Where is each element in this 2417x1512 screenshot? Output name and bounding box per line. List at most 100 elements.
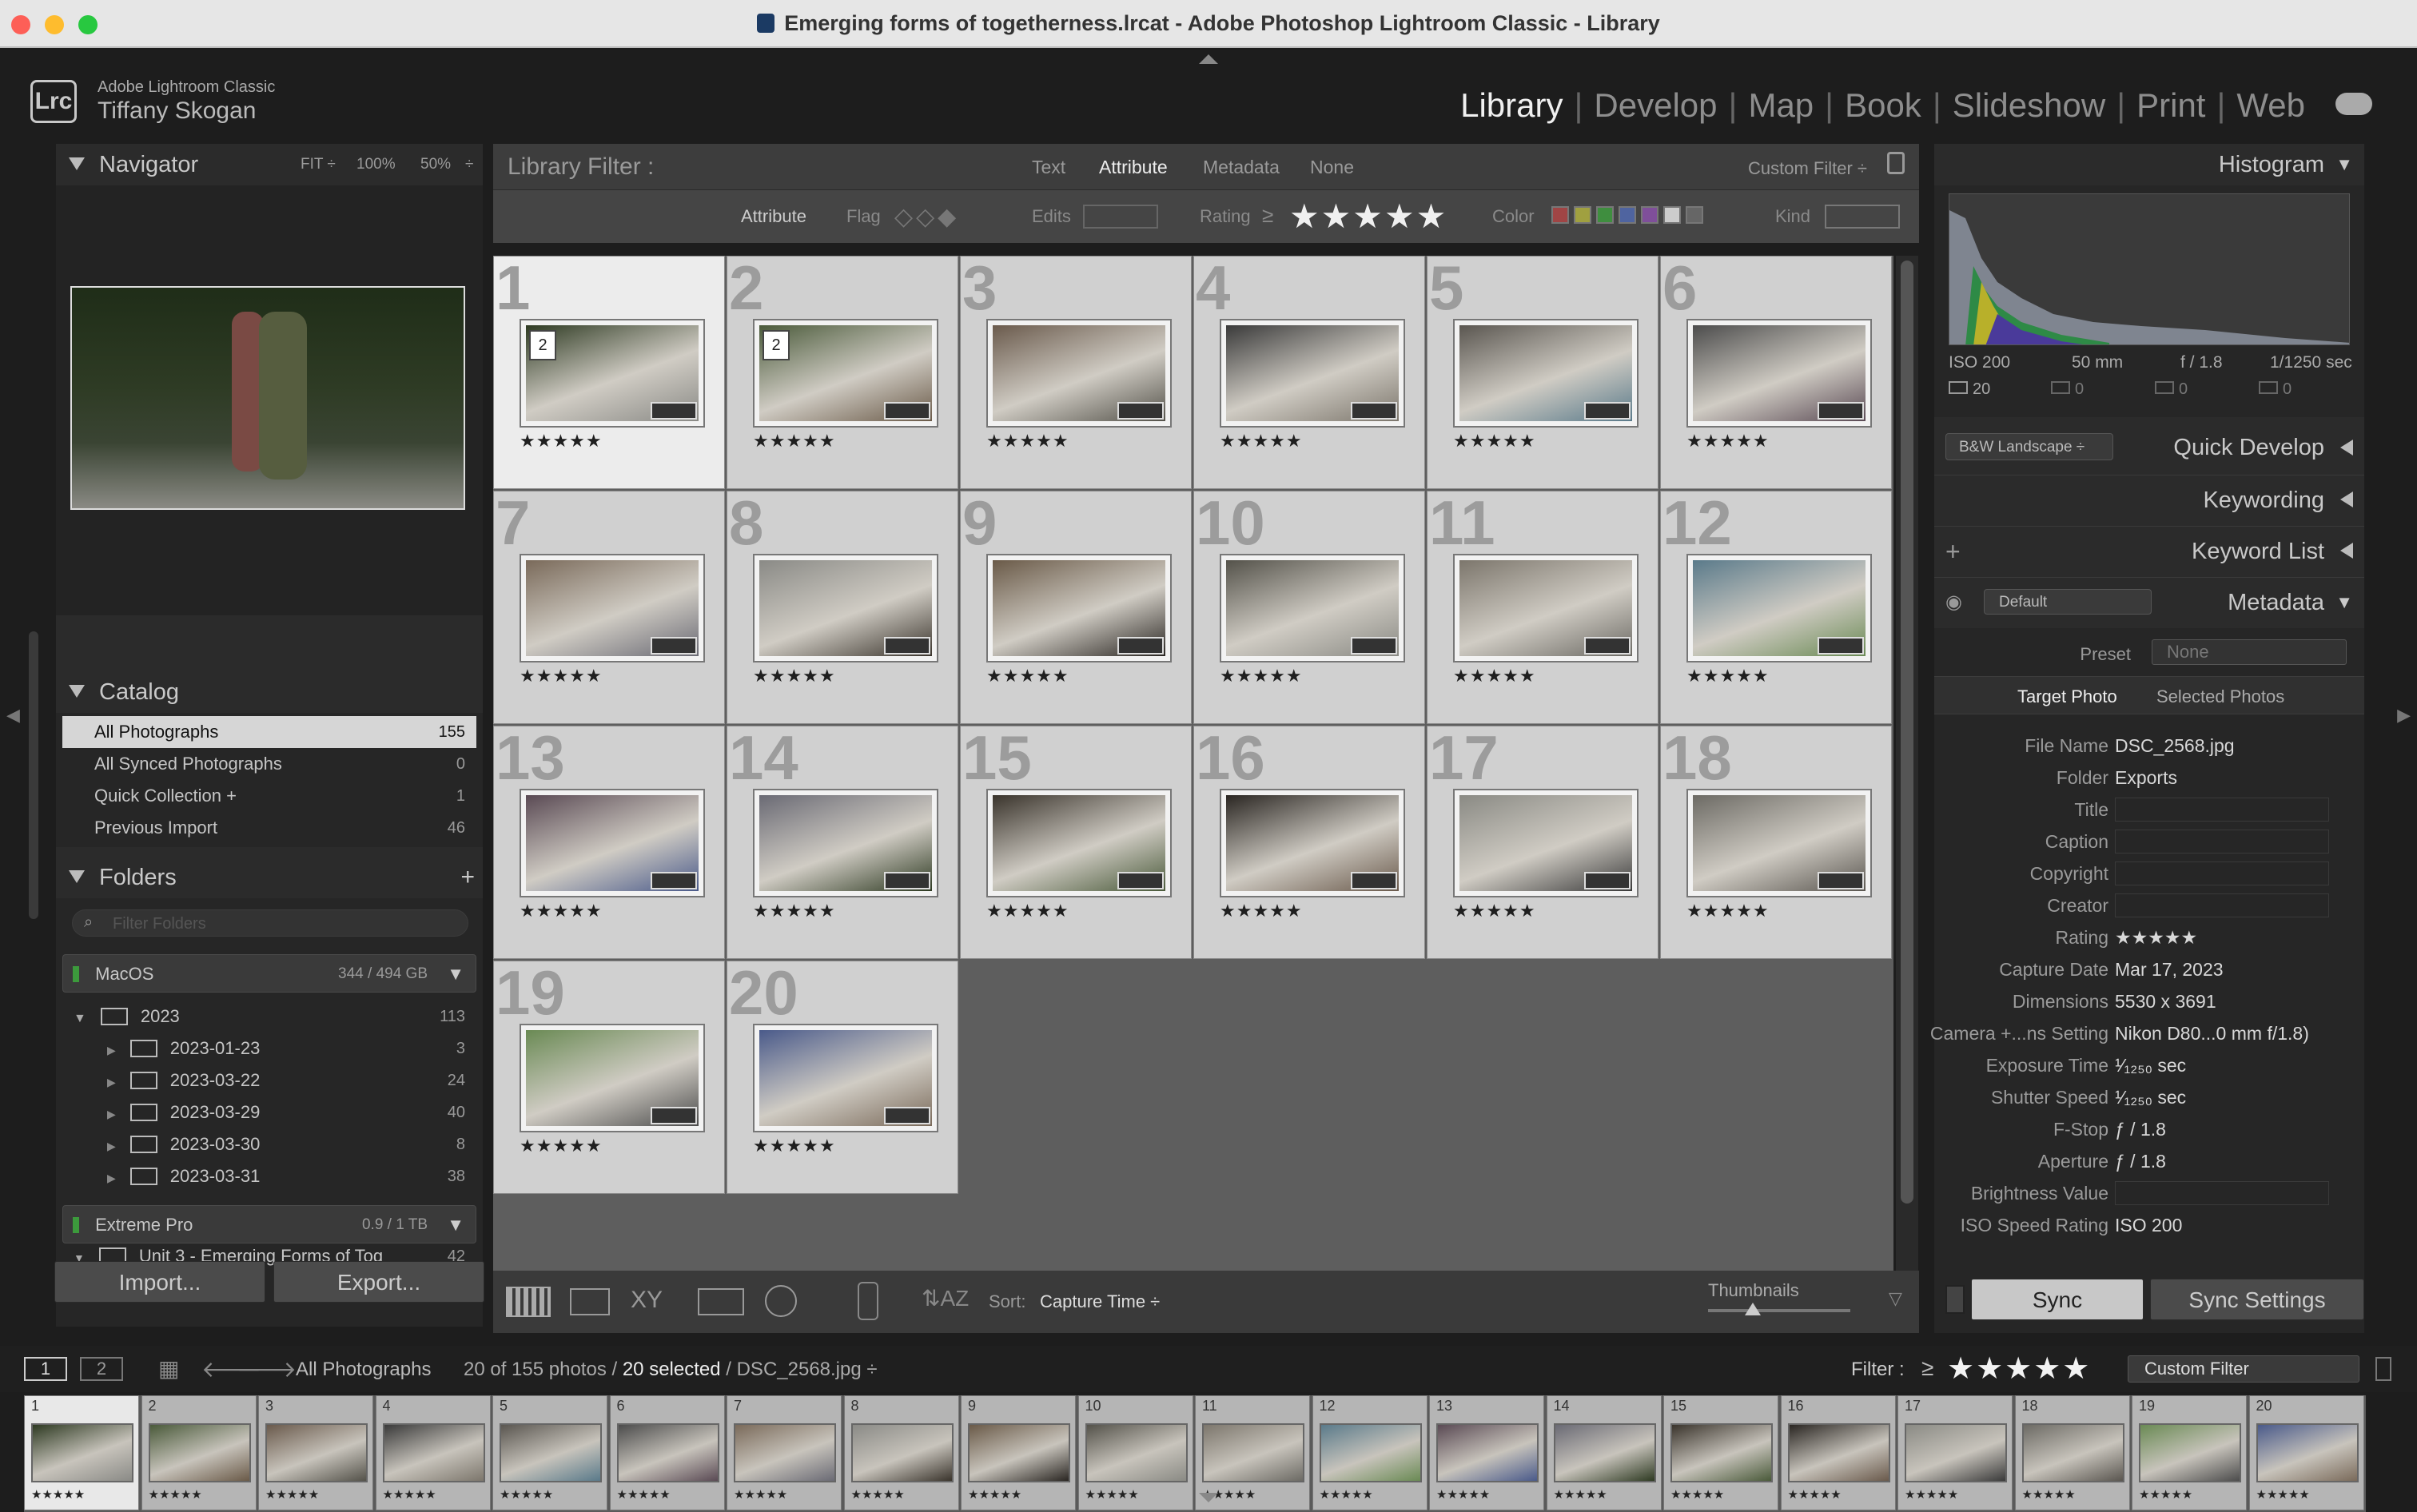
filmstrip-thumbnail[interactable] [968,1423,1070,1482]
photo-rating[interactable]: ★★★★★ [986,901,1069,921]
photo-badges-icon[interactable] [1117,402,1164,420]
metadata-value[interactable]: Nikon D80...0 mm f/1.8) [2115,1018,2309,1048]
module-slideshow[interactable]: Slideshow [1953,86,2105,124]
filmstrip-item[interactable]: 3 ★★★★★ [258,1395,373,1510]
filmstrip-item[interactable]: 4 ★★★★★ [375,1395,491,1510]
survey-view-icon[interactable] [698,1288,744,1315]
metadata-value[interactable]: 5530 x 3691 [2115,986,2216,1017]
filmstrip-thumbnail[interactable] [1670,1423,1773,1482]
photo-rating[interactable]: ★★★★★ [520,666,603,686]
right-panel-toggle-icon[interactable]: ▶ [2397,705,2411,726]
photo-thumbnail[interactable] [1686,789,1872,897]
catalog-header[interactable]: Catalog [56,671,483,713]
metadata-value[interactable]: ISO 200 [2115,1210,2182,1240]
color-white-chip[interactable] [1663,206,1681,224]
filmstrip-item[interactable]: 8 ★★★★★ [843,1395,959,1510]
photo-badges-icon[interactable] [651,872,697,889]
catalog-all-synced[interactable]: All Synced Photographs 0 [62,748,476,780]
filmstrip-item[interactable]: 15 ★★★★★ [1663,1395,1778,1510]
photo-badges-icon[interactable] [1351,402,1397,420]
grid-cell[interactable]: 6 ★★★★★ [1660,256,1892,489]
photo-thumbnail[interactable] [1686,319,1872,428]
compare-view-icon[interactable]: XY [631,1287,663,1314]
quick-develop-header[interactable]: B&W Landscape ÷ Quick Develop [1934,424,2364,472]
photo-badges-icon[interactable] [1117,637,1164,655]
grid-cell[interactable]: 4 ★★★★★ [1193,256,1425,489]
thumbnail-size-slider[interactable] [1708,1309,1850,1312]
filter-tab-none[interactable]: None [1310,157,1354,178]
filmstrip-item[interactable]: 14 ★★★★★ [1546,1395,1662,1510]
grid-cell[interactable]: 15 ★★★★★ [960,726,1192,959]
color-yellow-chip[interactable] [1574,206,1591,224]
disclosure-closed-icon[interactable]: ▶ [107,1076,116,1088]
photo-rating[interactable]: ★★★★★ [1453,431,1536,452]
filmstrip-item[interactable]: 20 ★★★★★ [2248,1395,2364,1510]
add-keyword-icon[interactable]: + [1945,527,1961,576]
filmstrip-item[interactable]: 18 ★★★★★ [2014,1395,2130,1510]
photo-rating[interactable]: ★★★★★ [986,666,1069,686]
toolbar-menu-icon[interactable]: ▽ [1889,1288,1902,1309]
photo-rating[interactable]: ★★★★★ [986,431,1069,452]
sync-button[interactable]: Sync [1971,1279,2144,1320]
metadata-value[interactable]: ¹⁄₁₂₅₀ sec [2115,1082,2186,1112]
module-web[interactable]: Web [2236,86,2305,124]
filmstrip-item[interactable]: 19 ★★★★★ [2132,1395,2247,1510]
edits-filter-icons[interactable] [1083,205,1158,229]
filmstrip-thumbnail[interactable] [2021,1423,2124,1482]
sync-settings-button[interactable]: Sync Settings [2150,1279,2364,1320]
keywording-header[interactable]: Keywording [1934,475,2364,524]
photo-badges-icon[interactable] [884,1107,930,1124]
color-label-filter[interactable] [1551,206,1708,225]
filmstrip-thumbnail[interactable] [1202,1423,1304,1482]
photo-thumbnail[interactable] [520,554,705,662]
grid-cell[interactable]: 2 2 ★★★★★ [727,256,958,489]
module-library[interactable]: Library [1460,86,1563,124]
photo-thumbnail[interactable] [1220,789,1405,897]
left-panel-scrollbar[interactable] [29,631,38,919]
folder-2023-03-29[interactable]: ▶ 2023-03-29 40 [62,1096,476,1128]
photo-thumbnail[interactable] [1220,319,1405,428]
photo-rating[interactable]: ★★★★★ [753,666,836,686]
loupe-view-icon[interactable] [570,1288,610,1315]
histogram-header[interactable]: Histogram ▼ [1934,144,2364,185]
photo-thumbnail[interactable] [986,319,1172,428]
filmstrip-thumbnail[interactable] [734,1423,836,1482]
grid-cell[interactable]: 18 ★★★★★ [1660,726,1892,959]
photo-badges-icon[interactable] [1117,872,1164,889]
disclosure-closed-icon[interactable]: ▶ [107,1108,116,1120]
photo-thumbnail[interactable] [1453,554,1639,662]
photo-thumbnail[interactable] [753,789,938,897]
tab-target-photo[interactable]: Target Photo [2017,686,2117,707]
photo-rating[interactable]: ★★★★★ [753,431,836,452]
photo-rating[interactable]: ★★★★★ [520,901,603,921]
grid-cell[interactable]: 11 ★★★★★ [1427,491,1658,724]
photo-badges-icon[interactable] [1584,637,1631,655]
kind-filter-icons[interactable] [1825,205,1900,229]
filmstrip-thumbnail[interactable] [2256,1423,2359,1482]
filmstrip-item[interactable]: 1 ★★★★★ [24,1395,139,1510]
grid-cell[interactable]: 1 2 ★★★★★ [493,256,725,489]
photo-badges-icon[interactable] [1584,402,1631,420]
photo-badges-icon[interactable] [1584,872,1631,889]
filmstrip-thumbnail[interactable] [1085,1423,1188,1482]
grid-cell[interactable]: 17 ★★★★★ [1427,726,1658,959]
flag-filter-icons[interactable]: ◇◇◆ [894,203,959,231]
photo-rating[interactable]: ★★★★★ [753,1136,836,1156]
keyword-list-header[interactable]: + Keyword List [1934,526,2364,575]
filmstrip-thumbnail[interactable] [2139,1423,2241,1482]
filmstrip-thumbnail[interactable] [1553,1423,1656,1482]
filmstrip-item[interactable]: 13 ★★★★★ [1429,1395,1544,1510]
photo-rating[interactable]: ★★★★★ [1220,431,1303,452]
photo-badges-icon[interactable] [1351,872,1397,889]
folders-header[interactable]: Folders + [56,857,483,898]
filmstrip-source[interactable]: All Photographs [296,1359,431,1381]
folder-2023-03-30[interactable]: ▶ 2023-03-30 8 [62,1128,476,1160]
photo-badges-icon[interactable] [1351,637,1397,655]
filter-preset-select[interactable]: Custom Filter ÷ [1748,158,1867,179]
metadata-value[interactable]: Mar 17, 2023 [2115,954,2224,985]
navigator-preview[interactable] [56,185,483,615]
filmstrip-thumbnail[interactable] [500,1423,602,1482]
photo-thumbnail[interactable] [1220,554,1405,662]
metadata-value[interactable]: ƒ / 1.8 [2115,1146,2166,1176]
photo-badges-icon[interactable] [1818,872,1864,889]
